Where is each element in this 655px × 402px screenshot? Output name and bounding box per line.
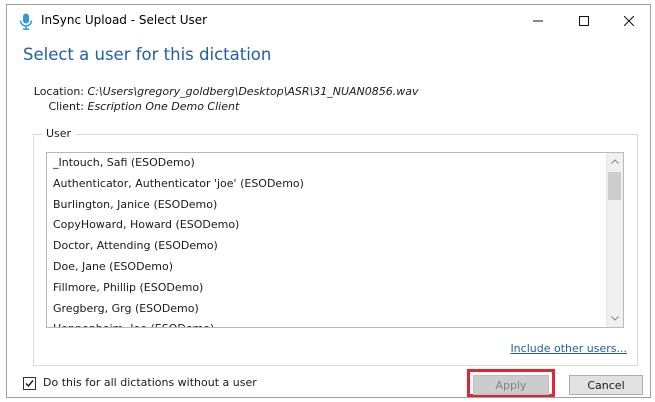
dialog-heading: Select a user for this dictation (23, 45, 272, 64)
list-item[interactable]: Doe, Jane (ESODemo) (47, 257, 605, 278)
minimize-icon[interactable] (515, 5, 561, 37)
microphone-icon (19, 13, 33, 30)
user-group-legend: User (42, 127, 76, 140)
apply-button[interactable]: Apply (473, 375, 549, 395)
title-bar: InSync Upload - Select User (7, 5, 650, 37)
checkmark-icon (25, 380, 34, 388)
scroll-down-icon[interactable] (607, 310, 623, 327)
list-item[interactable]: _Intouch, Safi (ESODemo) (47, 153, 605, 174)
location-row: Location: C:\Users\gregory_goldberg\Desk… (33, 85, 419, 98)
include-other-users-link[interactable]: Include other users... (510, 342, 627, 355)
list-item[interactable]: CopyHoward, Howard (ESODemo) (47, 215, 605, 236)
user-list[interactable]: _Intouch, Safi (ESODemo) Authenticator, A… (46, 152, 624, 328)
maximize-icon[interactable] (561, 5, 607, 37)
user-list-items: _Intouch, Safi (ESODemo) Authenticator, A… (47, 153, 605, 327)
list-item[interactable]: Hoppenheim, Joe (ESODemo) (47, 319, 605, 327)
list-scrollbar[interactable] (606, 153, 623, 327)
list-item[interactable]: Gregberg, Grg (ESODemo) (47, 299, 605, 320)
user-group: User _Intouch, Safi (ESODemo) Authenticat… (33, 127, 638, 366)
client-value: Escription One Demo Client (87, 100, 240, 113)
scroll-thumb[interactable] (608, 172, 621, 200)
location-value: C:\Users\gregory_goldberg\Desktop\ASR\31… (87, 85, 419, 98)
client-row: Client: Escription One Demo Client (33, 100, 239, 113)
list-item[interactable]: Fillmore, Phillip (ESODemo) (47, 278, 605, 299)
window-title: InSync Upload - Select User (41, 13, 208, 27)
scroll-up-icon[interactable] (607, 153, 623, 170)
dialog-footer: Do this for all dictations without a use… (7, 369, 650, 397)
list-item[interactable]: Authenticator, Authenticator 'joe' (ESOD… (47, 174, 605, 195)
apply-all-checkbox[interactable] (23, 377, 36, 390)
dialog-window: InSync Upload - Select User Select a use… (6, 4, 651, 398)
cancel-button[interactable]: Cancel (569, 375, 643, 395)
client-label: Client: (48, 100, 84, 113)
apply-all-label[interactable]: Do this for all dictations without a use… (43, 376, 257, 389)
list-item[interactable]: Burlington, Janice (ESODemo) (47, 195, 605, 216)
location-label: Location: (33, 85, 84, 98)
close-icon[interactable] (606, 5, 650, 37)
list-item[interactable]: Doctor, Attending (ESODemo) (47, 236, 605, 257)
